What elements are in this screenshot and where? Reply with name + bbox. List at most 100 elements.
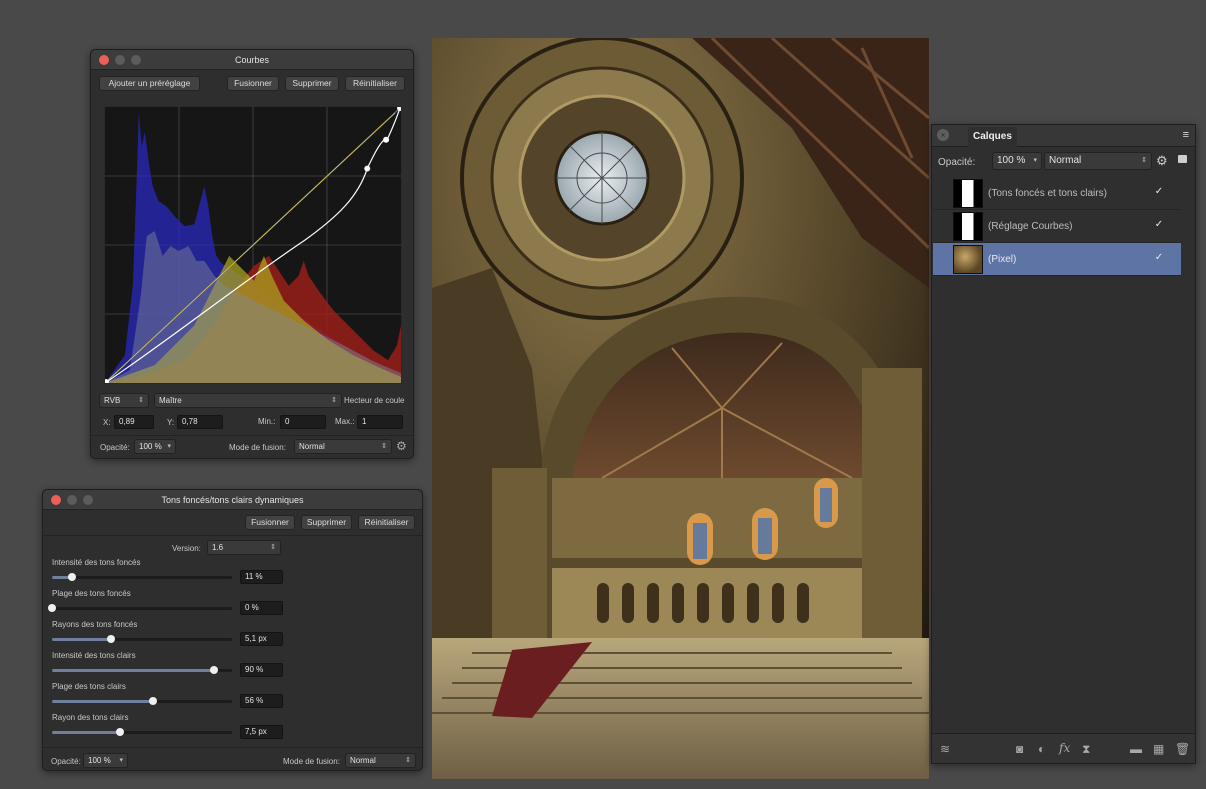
shadows-titlebar[interactable]: Tons foncés/tons clairs dynamiques xyxy=(43,490,422,510)
slider-track[interactable] xyxy=(52,697,232,705)
channel-select[interactable]: RVB ⇕ xyxy=(99,393,149,408)
version-value: 1.6 xyxy=(212,543,224,552)
tab-layers[interactable]: Calques xyxy=(968,127,1017,147)
slider-label: Plage des tons foncés xyxy=(52,589,131,598)
layer-thumb xyxy=(953,179,983,208)
layer-row[interactable]: (Réglage Courbes) ✓ xyxy=(933,210,1181,243)
x-field[interactable]: 0,89 xyxy=(114,415,154,429)
opacity-select[interactable]: 100 % ▾ xyxy=(134,439,176,454)
version-select[interactable]: 1.6 ⇕ xyxy=(207,540,281,555)
adjustment-icon[interactable]: ◐ xyxy=(1038,742,1045,756)
channel-value: RVB xyxy=(104,396,121,405)
shadows-title: Tons foncés/tons clairs dynamiques xyxy=(161,495,304,505)
master-select[interactable]: Maître ⇕ xyxy=(154,393,342,408)
slider-value-field[interactable]: 0 % xyxy=(240,601,283,615)
curve-node[interactable] xyxy=(364,165,371,172)
slider-value-field[interactable]: 56 % xyxy=(240,694,283,708)
blend-label: Mode de fusion: xyxy=(229,443,286,452)
opacity-select[interactable]: 100 % ▾ xyxy=(83,753,128,768)
slider-knob[interactable] xyxy=(67,573,76,581)
x-label: X: xyxy=(103,418,111,427)
slider-label: Intensité des tons foncés xyxy=(52,558,141,567)
slider-track[interactable] xyxy=(52,728,232,736)
slider-value-field[interactable]: 11 % xyxy=(240,570,283,584)
delete-button[interactable]: Supprimer xyxy=(301,515,352,530)
slider-knob[interactable] xyxy=(210,666,218,674)
curves-title: Courbes xyxy=(234,55,270,65)
blend-label: Mode de fusion: xyxy=(283,757,340,766)
color-picker-label[interactable]: Hecteur de coule xyxy=(344,396,404,405)
folder-icon[interactable]: ▬ xyxy=(1130,742,1142,756)
curves-titlebar[interactable]: Courbes xyxy=(91,50,413,70)
layer-thumb xyxy=(953,212,983,241)
slider-knob[interactable] xyxy=(48,604,56,612)
blend-select[interactable]: Normal ⇕ xyxy=(345,753,416,768)
mask-icon[interactable]: ◙ xyxy=(1016,742,1023,756)
merge-button[interactable]: Fusionner xyxy=(227,76,279,91)
blend-select[interactable]: Normal ⇕ xyxy=(294,439,392,454)
opacity-label: Opacité: xyxy=(51,757,81,766)
layers-opacity-select[interactable]: 100 % ▾ xyxy=(992,152,1042,170)
checkerboard-icon[interactable]: ▦ xyxy=(1153,742,1164,756)
trash-icon[interactable]: 🗑 xyxy=(1175,742,1190,756)
add-preset-button[interactable]: Ajouter un préréglage xyxy=(99,76,200,91)
slider-value-field[interactable]: 90 % xyxy=(240,663,283,677)
layer-name: (Réglage Courbes) xyxy=(988,221,1073,232)
y-label: Y: xyxy=(167,418,175,427)
stepper-icon: ⇕ xyxy=(405,757,411,764)
close-panel-icon[interactable]: × xyxy=(937,129,949,141)
lock-icon[interactable] xyxy=(1178,155,1187,163)
layers-tabbar: × Calques ≡ xyxy=(932,125,1195,147)
slider-area: Intensité des tons foncés 11 % Plage des t… xyxy=(43,558,424,743)
slider-track[interactable] xyxy=(52,573,232,581)
stepper-icon: ⇕ xyxy=(331,397,337,404)
layer-name: (Tons foncés et tons clairs) xyxy=(988,188,1107,199)
slider-track[interactable] xyxy=(48,604,232,612)
slider-label: Rayon des tons clairs xyxy=(52,713,129,722)
gear-icon[interactable]: ⚙ xyxy=(1156,153,1168,169)
min-label: Min.: xyxy=(258,417,276,426)
slider-fill xyxy=(52,700,153,703)
layers-blend-select[interactable]: Normal ⇕ xyxy=(1044,152,1152,170)
panel-menu-icon[interactable]: ≡ xyxy=(1183,129,1189,141)
fx-icon[interactable]: fx xyxy=(1059,741,1070,755)
min-field[interactable]: 0 xyxy=(280,415,326,429)
slider-track[interactable] xyxy=(52,635,232,643)
visibility-checkbox[interactable]: ✓ xyxy=(1153,219,1165,231)
layer-row[interactable]: (Tons foncés et tons clairs) ✓ xyxy=(933,177,1181,210)
chevron-down-icon: ▾ xyxy=(1033,157,1037,164)
max-field[interactable]: 1 xyxy=(357,415,403,429)
visibility-checkbox[interactable]: ✓ xyxy=(1153,186,1165,198)
slider-knob[interactable] xyxy=(116,728,125,736)
visibility-checkbox[interactable]: ✓ xyxy=(1153,252,1165,264)
merge-button[interactable]: Fusionner xyxy=(245,515,295,530)
delete-button[interactable]: Supprimer xyxy=(285,76,339,91)
y-field[interactable]: 0,78 xyxy=(177,415,223,429)
layer-thumb xyxy=(953,245,983,274)
curves-graph[interactable] xyxy=(104,106,402,384)
slider-track[interactable] xyxy=(52,666,232,674)
layers-footer: ≋ ◙ ◐ fx ⧗ ▬ ▦ 🗑 xyxy=(932,733,1195,763)
layer-row[interactable]: (Pixel) ✓ xyxy=(933,243,1181,276)
layers-opacity-label: Opacité: xyxy=(938,157,976,168)
master-value: Maître xyxy=(159,396,182,405)
slider-value-field[interactable]: 7,5 px xyxy=(240,725,283,739)
slider-fill xyxy=(52,669,214,672)
slider-knob[interactable] xyxy=(148,697,157,705)
reset-button[interactable]: Réinitialiser xyxy=(358,515,415,530)
reset-button[interactable]: Réinitialiser xyxy=(345,76,405,91)
gear-icon[interactable]: ⚙ xyxy=(396,439,407,453)
slider-value-field[interactable]: 5,1 px xyxy=(240,632,283,646)
slider-label: Intensité des tons clairs xyxy=(52,651,136,660)
curve-node[interactable] xyxy=(383,136,390,143)
blend-value: Normal xyxy=(299,442,325,451)
slider-label: Plage des tons clairs xyxy=(52,682,126,691)
stepper-icon: ⇕ xyxy=(270,544,276,551)
slider-knob[interactable] xyxy=(107,635,116,643)
stepper-icon: ⇕ xyxy=(381,443,387,450)
live-filter-icon[interactable]: ⧗ xyxy=(1082,742,1090,756)
church-interior-image xyxy=(432,38,929,779)
canvas-photo[interactable] xyxy=(432,38,929,779)
layers-icon[interactable]: ≋ xyxy=(940,742,950,756)
layers-opacity-value: 100 % xyxy=(997,155,1026,166)
